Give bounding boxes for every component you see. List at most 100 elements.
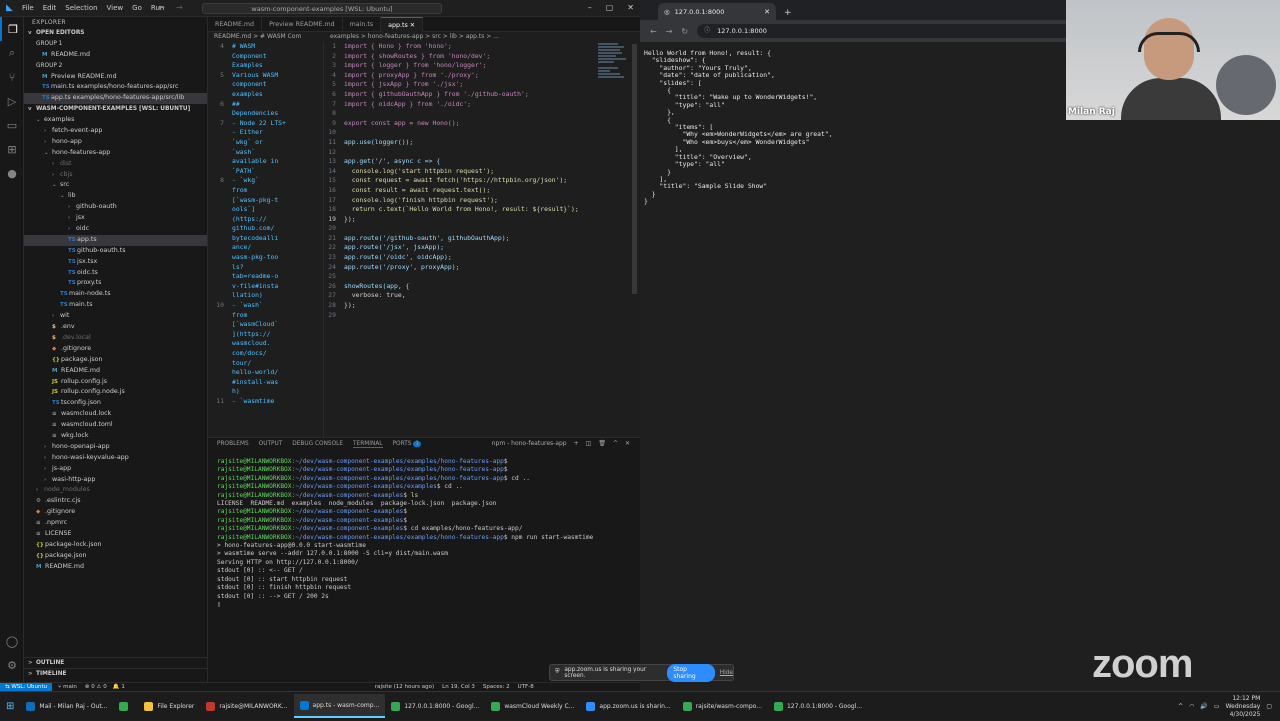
file-item[interactable]: {}package.json [24,355,207,366]
manage-gear-icon[interactable]: ⚙ [0,653,24,677]
forward-icon[interactable]: → [176,3,183,12]
file-item[interactable]: ⚙ .eslintrc.cjs [24,496,207,507]
file-item[interactable]: TSoidc.ts [24,268,207,279]
indent-status[interactable]: Spaces: 2 [483,684,510,690]
folder-item[interactable]: › oidc [24,224,207,235]
taskbar-app[interactable]: 127.0.0.1:8000 - Googl... [385,694,485,718]
explorer-icon[interactable]: ❐ [0,17,24,41]
taskbar-app[interactable]: File Explorer [138,694,200,718]
panel-tab-terminal[interactable]: TERMINAL [353,441,383,448]
trash-icon[interactable]: 🗑 [598,440,606,447]
remote-explorer-icon[interactable]: ▭ [0,113,24,137]
panel-tab-problems[interactable]: PROBLEMS [217,441,249,447]
site-info-icon[interactable]: ⓘ [704,24,710,38]
menu-item-edit[interactable]: Edit [43,4,57,12]
maximize-icon[interactable]: ▢ [606,3,614,12]
file-item[interactable]: ◆ .gitignore [24,344,207,355]
open-editors-header[interactable]: v OPEN EDITORS [24,28,207,39]
file-item[interactable]: TSjsx.tsx [24,257,207,268]
folder-item[interactable]: › node_modules [24,485,207,496]
browser-tab[interactable]: ◎ 127.0.0.1:8000 ✕ [658,3,776,20]
cursor-position-status[interactable]: Ln 19, Col 3 [442,684,475,690]
chevron-up-icon[interactable]: ^ [1178,703,1183,710]
branch-status[interactable]: ⑂ main [58,684,77,690]
close-icon[interactable]: ✕ [627,3,634,12]
reload-icon[interactable]: ↻ [681,27,688,36]
open-editor-item[interactable]: M README.md [24,50,207,61]
problems-status[interactable]: ⊗ 0 ⚠ 0 [85,684,107,690]
folder-item[interactable]: › js-app [24,464,207,475]
zoom-participant-video[interactable] [1066,0,1280,120]
run-debug-icon[interactable]: ▷ [0,89,24,113]
wifi-icon[interactable]: ◠ [1189,703,1194,710]
new-tab-icon[interactable]: + [784,8,792,18]
timeline-header[interactable]: > TIMELINE [24,667,208,679]
minimap[interactable] [598,42,628,92]
taskbar-app[interactable]: rajsite/wasm-compo... [677,694,768,718]
editor-scrollbar[interactable] [632,44,637,294]
stop-sharing-button[interactable]: Stop sharing [667,663,715,682]
source-control-icon[interactable]: ⑂ [0,65,24,89]
folder-item[interactable]: › jsx [24,213,207,224]
panel-tab-ports[interactable]: PORTS 1 [393,441,422,447]
taskbar-app[interactable]: app.ts - wasm-comp... [293,694,386,718]
file-item[interactable]: ≡ LICENSE [24,529,207,540]
file-item[interactable]: JS rollup.config.js [24,377,207,388]
folder-item[interactable]: › wasi-http-app [24,475,207,486]
file-item[interactable]: TStsconfig.json [24,398,207,409]
taskbar-app[interactable]: 127.0.0.1:8000 - Googl... [768,694,868,718]
account-icon[interactable]: ◯ [0,629,24,653]
code-editor[interactable]: 1 import { Hono } from 'hono'; 2 import { s… [324,42,640,437]
open-editor-item[interactable]: M Preview README.md [24,72,207,83]
file-item[interactable]: $ .dev.local [24,333,207,344]
forward-icon[interactable]: → [666,27,673,36]
github-icon[interactable]: ● [0,161,24,185]
workspace-root[interactable]: v WASM-COMPONENT-EXAMPLES [WSL: UBUNTU] [24,104,207,115]
terminal-name[interactable]: npm - hono-features-app [492,440,567,447]
notification-icon[interactable]: ▢ [1266,703,1272,710]
file-item[interactable]: TSmain.ts [24,300,207,311]
close-panel-icon[interactable]: ✕ [625,440,630,447]
folder-item[interactable]: ⌄ examples [24,115,207,126]
taskbar-app[interactable]: wasmCloud Weekly C... [485,694,580,718]
back-icon[interactable]: ← [650,27,657,36]
file-item[interactable]: ≡ wkg.lock [24,431,207,442]
folder-item[interactable]: › hono-wasi-keyvalue-app [24,453,207,464]
split-terminal-icon[interactable]: ◫ [586,440,592,447]
menu-item-view[interactable]: View [107,4,124,12]
extensions-icon[interactable]: ⊞ [0,137,24,161]
file-item[interactable]: TSproxy.ts [24,278,207,289]
breadcrumb-left[interactable]: README.md > # WASM Com [208,32,324,42]
folder-item[interactable]: ⌄ hono-features-app [24,148,207,159]
file-item[interactable]: M README.md [24,366,207,377]
folder-item[interactable]: › dist [24,159,207,170]
taskbar-app[interactable] [113,694,138,718]
file-item[interactable]: ≡ wasmcloud.toml [24,420,207,431]
folder-item[interactable]: › cbjs [24,170,207,181]
maximize-panel-icon[interactable]: ^ [613,440,618,447]
folder-item[interactable]: › wit [24,311,207,322]
open-editor-item[interactable]: TSapp.ts examples/hono-features-app/src/… [24,93,207,105]
panel-tab-debug-console[interactable]: DEBUG CONSOLE [292,441,343,447]
menu-item-file[interactable]: File [22,4,34,12]
menu-item-go[interactable]: Go [132,4,142,12]
file-item[interactable]: ◆ .gitignore [24,507,207,518]
start-icon[interactable]: ⊞ [0,694,20,718]
file-item[interactable]: JS rollup.config.node.js [24,387,207,398]
folder-item[interactable]: › github-oauth [24,202,207,213]
folder-item[interactable]: › hono-openapi-app [24,442,207,453]
editor-tab[interactable]: main.ts [343,17,382,32]
file-item[interactable]: ≡ .npmrc [24,518,207,529]
ports-status[interactable]: 🔔 1 [113,684,125,690]
editor-tab[interactable]: app.ts ✕ [381,17,424,32]
search-icon[interactable]: ⌕ [0,41,24,65]
taskbar-app[interactable]: app.zoom.us is sharin... [580,694,676,718]
clock[interactable]: 12:12 PM Wednesday 4/30/2025 [1226,695,1261,719]
battery-icon[interactable]: ▭ [1214,703,1220,710]
file-item[interactable]: TSmain-node.ts [24,289,207,300]
git-blame-status[interactable]: rajsite (12 hours ago) [375,684,434,690]
panel-tab-output[interactable]: OUTPUT [259,441,283,447]
menu-item-selection[interactable]: Selection [65,4,97,12]
folder-item[interactable]: › fetch-event-app [24,126,207,137]
taskbar-app[interactable]: Mail - Milan Raj - Out... [20,694,113,718]
